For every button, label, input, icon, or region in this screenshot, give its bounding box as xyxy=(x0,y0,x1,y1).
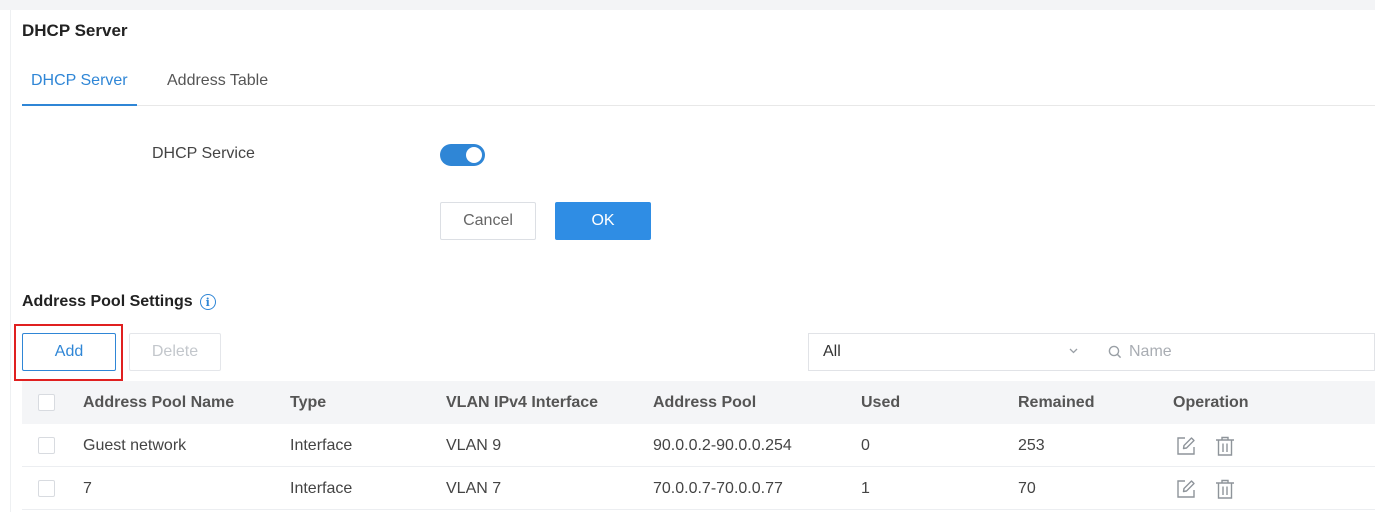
search-box xyxy=(1095,333,1375,371)
search-input[interactable] xyxy=(1129,343,1349,361)
dhcp-service-label: DHCP Service xyxy=(152,145,255,162)
row-checkbox[interactable] xyxy=(38,437,55,454)
tab-bar: DHCP Server Address Table xyxy=(22,62,1375,106)
trash-icon[interactable] xyxy=(1214,435,1236,457)
chevron-down-icon xyxy=(1068,345,1079,359)
ok-button[interactable]: OK xyxy=(555,202,651,240)
cell-pool-name: 7 xyxy=(83,479,92,497)
table-row: Guest network Interface VLAN 9 90.0.0.2-… xyxy=(22,424,1375,467)
cell-used: 0 xyxy=(861,436,870,454)
cell-type: Interface xyxy=(290,479,353,497)
cell-remained: 253 xyxy=(1018,436,1045,454)
cell-vlan: VLAN 7 xyxy=(446,479,502,497)
header-address-pool-name: Address Pool Name xyxy=(83,393,235,411)
table-row: 7 Interface VLAN 7 70.0.0.7-70.0.0.77 1 … xyxy=(22,467,1375,510)
filter-select-value: All xyxy=(823,343,841,360)
header-operation: Operation xyxy=(1173,393,1249,411)
cell-vlan: VLAN 9 xyxy=(446,436,502,454)
trash-icon[interactable] xyxy=(1214,478,1236,500)
edit-icon[interactable] xyxy=(1175,435,1197,457)
tab-dhcp-server[interactable]: DHCP Server xyxy=(22,72,137,106)
header-type: Type xyxy=(290,393,327,411)
header-address-pool: Address Pool xyxy=(653,393,757,411)
header-used: Used xyxy=(861,393,901,411)
section-title-text: Address Pool Settings xyxy=(22,293,193,310)
page-title: DHCP Server xyxy=(22,21,128,40)
header-vlan-ipv4-interface: VLAN IPv4 Interface xyxy=(446,393,599,411)
dhcp-service-toggle[interactable] xyxy=(440,144,485,166)
cell-pool-name: Guest network xyxy=(83,436,187,454)
cell-remained: 70 xyxy=(1018,479,1036,497)
row-checkbox[interactable] xyxy=(38,480,55,497)
cell-used: 1 xyxy=(861,479,870,497)
edit-icon[interactable] xyxy=(1175,478,1197,500)
info-icon[interactable]: i xyxy=(199,294,216,310)
toggle-knob xyxy=(466,147,482,163)
cell-address-pool: 90.0.0.2-90.0.0.254 xyxy=(653,436,792,454)
delete-button[interactable]: Delete xyxy=(129,333,221,371)
add-button[interactable]: Add xyxy=(22,333,116,371)
table-header-row: Address Pool Name Type VLAN IPv4 Interfa… xyxy=(22,381,1375,424)
cell-type: Interface xyxy=(290,436,353,454)
tab-address-table[interactable]: Address Table xyxy=(167,72,268,106)
select-all-checkbox[interactable] xyxy=(38,394,55,411)
cancel-button[interactable]: Cancel xyxy=(440,202,536,240)
top-strip xyxy=(0,0,1375,10)
search-icon xyxy=(1108,345,1122,359)
header-remained: Remained xyxy=(1018,393,1095,411)
cell-address-pool: 70.0.0.7-70.0.0.77 xyxy=(653,479,783,497)
filter-select[interactable]: All xyxy=(808,333,1096,371)
address-pool-settings-title: Address Pool Settings i xyxy=(22,293,216,311)
